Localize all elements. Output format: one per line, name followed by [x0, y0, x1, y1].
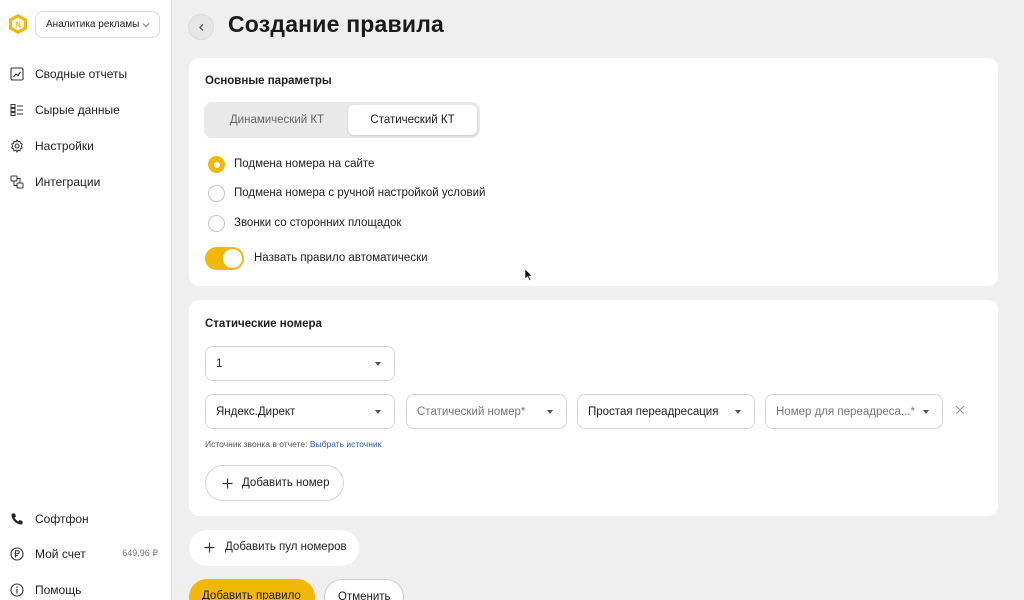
phone-icon: [11, 513, 23, 525]
chart-report-icon: [10, 67, 24, 81]
sidebar-item-help[interactable]: Помощь: [0, 575, 172, 600]
workspace-label: Аналитика рекламы: [46, 19, 140, 30]
sidebar-item-label: Мой счет: [35, 547, 86, 561]
source-hint: Источник звонка в отчете: Выбрать источн…: [205, 439, 381, 449]
auto-name-toggle[interactable]: [205, 247, 244, 270]
select-value: Яндекс.Директ: [216, 406, 296, 418]
logo-icon[interactable]: N: [7, 13, 29, 35]
raw-data-icon: [10, 104, 23, 116]
workspace-selector[interactable]: Аналитика рекламы: [35, 11, 160, 38]
radio-button[interactable]: [208, 215, 225, 232]
back-button[interactable]: [188, 14, 214, 40]
integrations-icon: [10, 175, 24, 189]
radio-button[interactable]: [208, 156, 225, 173]
select-value: 1: [216, 358, 223, 370]
svg-text:N: N: [15, 20, 21, 29]
sidebar-item-account[interactable]: Мой счет 649,96 ₽: [0, 539, 172, 569]
add-rule-label: Добавить правило: [202, 590, 301, 600]
tab-dynamic[interactable]: Динамический КТ: [207, 105, 347, 135]
static-numbers-title: Статические номера: [205, 318, 322, 330]
add-number-button[interactable]: Добавить номер: [205, 465, 344, 501]
add-number-label: Добавить номер: [242, 477, 330, 489]
add-pool-button[interactable]: Добавить пул номеров: [189, 530, 359, 566]
rule-type-switch: Динамический КТ Статический КТ: [204, 102, 480, 138]
dropdown-arrow-icon: [547, 410, 553, 414]
ruble-icon: [10, 547, 24, 561]
sidebar-item-softphone[interactable]: Софтфон: [0, 504, 172, 534]
plus-icon: [222, 478, 233, 489]
sidebar-item-label: Софтфон: [35, 512, 89, 526]
page-title: Создание правила: [228, 11, 445, 37]
source-select[interactable]: Яндекс.Директ: [205, 394, 395, 429]
select-placeholder: Номер для переадреса...*: [776, 406, 915, 418]
numbers-count-select[interactable]: 1: [205, 346, 395, 381]
basic-params-title: Основные параметры: [205, 75, 332, 87]
redirect-number-select[interactable]: Номер для переадреса...*: [765, 394, 943, 429]
dropdown-arrow-icon: [375, 410, 381, 414]
redirect-type-select[interactable]: Простая переадресация: [577, 394, 755, 429]
tab-static[interactable]: Статический КТ: [348, 105, 477, 135]
option-label: Звонки со сторонних площадок: [234, 217, 402, 229]
cancel-label: Отменить: [338, 591, 391, 600]
mouse-cursor-icon: [524, 268, 534, 281]
source-hint-text: Источник звонка в отчете:: [205, 439, 308, 449]
static-number-select[interactable]: Статический номер*: [406, 394, 567, 429]
option-label: Подмена номера на сайте: [234, 158, 375, 170]
choose-source-link[interactable]: Выбрать источник: [310, 439, 382, 449]
sidebar: N Аналитика рекламы Сводные отчеты Сырые…: [0, 0, 172, 600]
gear-icon: [11, 139, 23, 153]
sidebar-item-label: Сводные отчеты: [35, 67, 128, 81]
radio-button[interactable]: [208, 185, 225, 202]
sidebar-item-label: Помощь: [35, 583, 82, 597]
info-icon: [10, 583, 24, 597]
sidebar-item-label: Настройки: [35, 139, 94, 153]
select-value: Простая переадресация: [588, 406, 719, 418]
select-placeholder: Статический номер*: [417, 406, 526, 418]
dropdown-arrow-icon: [375, 362, 381, 366]
auto-name-label: Назвать правило автоматически: [254, 252, 428, 264]
chevron-left-icon: [199, 24, 204, 31]
sidebar-item-integrations[interactable]: Интеграции: [0, 167, 172, 197]
add-pool-label: Добавить пул номеров: [225, 541, 347, 553]
sidebar-item-settings[interactable]: Настройки: [0, 131, 172, 161]
account-balance: 649,96 ₽: [122, 548, 158, 558]
basic-params-card: Основные параметры Динамический КТ Стати…: [189, 58, 998, 286]
plus-icon: [204, 542, 215, 553]
chevron-down-icon: [142, 23, 150, 28]
remove-row-icon[interactable]: [954, 404, 966, 416]
sidebar-item-label: Сырые данные: [35, 103, 120, 117]
dropdown-arrow-icon: [735, 410, 741, 414]
add-rule-button[interactable]: Добавить правило: [189, 579, 315, 600]
sidebar-item-reports[interactable]: Сводные отчеты: [0, 59, 172, 89]
sidebar-item-label: Интеграции: [35, 175, 101, 189]
option-label: Подмена номера с ручной настройкой услов…: [234, 187, 486, 199]
dropdown-arrow-icon: [923, 410, 929, 414]
cancel-button[interactable]: Отменить: [324, 579, 404, 600]
sidebar-item-raw-data[interactable]: Сырые данные: [0, 95, 172, 125]
static-numbers-card: Статические номера 1 Яндекс.Директ Стати…: [189, 300, 998, 516]
